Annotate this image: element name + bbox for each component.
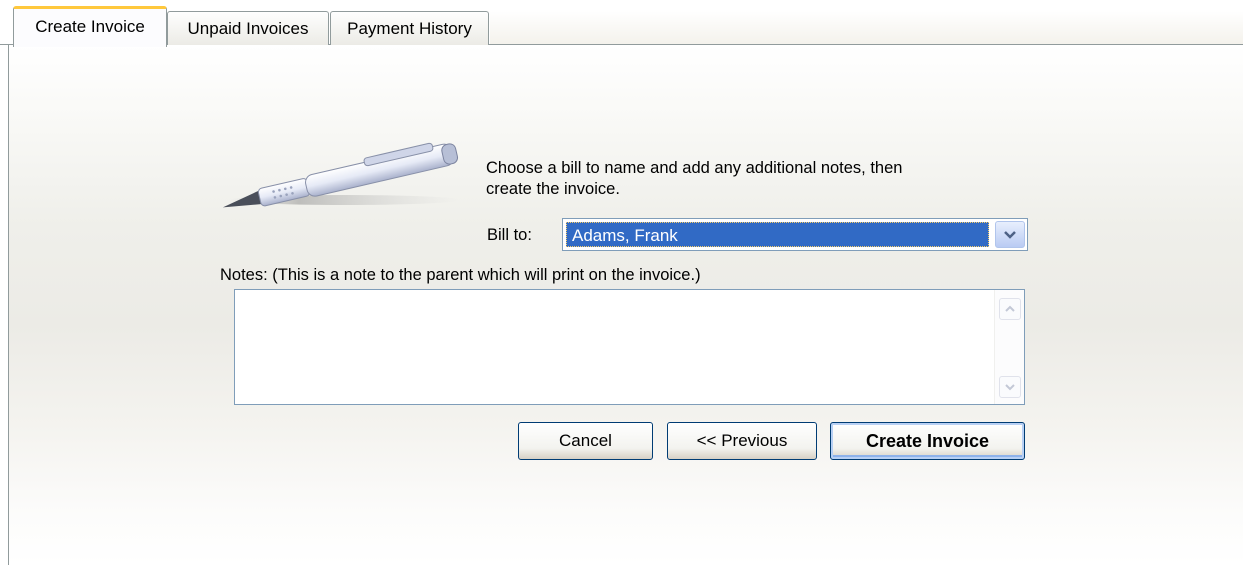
tab-strip: Create Invoice Unpaid Invoices Payment H… [0,0,1243,47]
scroll-up-button[interactable] [999,298,1021,320]
tab-strip-filler [490,11,1243,45]
bill-to-selected-value[interactable]: Adams, Frank [566,222,989,247]
bill-to-dropdown[interactable]: Adams, Frank [562,218,1028,251]
cancel-button[interactable]: Cancel [518,422,653,460]
notes-textarea[interactable] [234,289,1025,405]
notes-label: Notes: (This is a note to the parent whi… [220,266,701,284]
instruction-text: Choose a bill to name and add any additi… [486,159,903,198]
create-invoice-button[interactable]: Create Invoice [830,422,1025,460]
tab-unpaid-invoices[interactable]: Unpaid Invoices [167,11,329,45]
chevron-down-icon [1004,231,1016,239]
dropdown-button[interactable] [995,221,1025,248]
tab-payment-history[interactable]: Payment History [330,11,489,45]
scroll-down-button[interactable] [999,376,1021,398]
previous-button[interactable]: << Previous [667,422,817,460]
pen-icon [222,142,460,208]
scroll-up-icon [1005,305,1015,312]
notes-scrollbar[interactable] [994,290,1024,404]
tab-create-invoice[interactable]: Create Invoice [13,6,167,47]
bill-to-label: Bill to: [487,226,532,244]
scroll-down-icon [1005,384,1015,391]
notes-text[interactable] [235,290,994,404]
